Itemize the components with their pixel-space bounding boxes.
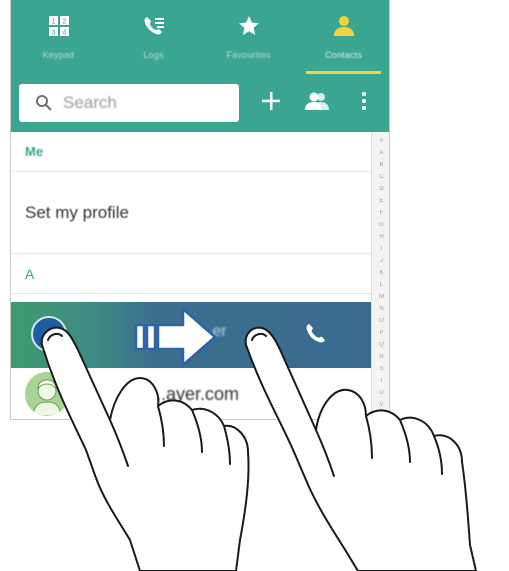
svg-text:1: 1 [51, 19, 55, 26]
phone-screen: 1 2 3 4 Keypad Logs Favourites Contacts … [10, 0, 390, 420]
contact-list: Me Set my profile A ...er ...ayer.com [11, 132, 371, 419]
index-letter[interactable]: W [372, 414, 389, 419]
avatar [31, 316, 67, 352]
index-letter[interactable]: L [372, 282, 389, 288]
tab-favourites[interactable]: Favourites [201, 0, 296, 74]
index-letter[interactable]: # [372, 138, 389, 144]
contact-swipe-row[interactable]: ...er [11, 302, 371, 368]
tab-keypad-label: Keypad [42, 50, 75, 60]
section-header-me: Me [11, 132, 371, 172]
svg-text:3: 3 [51, 30, 55, 37]
svg-text:2: 2 [62, 19, 66, 26]
index-letter[interactable]: G [372, 222, 389, 228]
tab-contacts-label: Contacts [324, 50, 363, 60]
phone-icon [303, 322, 327, 351]
index-letter[interactable]: U [372, 390, 389, 396]
plus-icon [261, 91, 281, 116]
index-letter[interactable]: H [372, 234, 389, 240]
search-icon [35, 94, 53, 112]
index-letter[interactable]: Q [372, 342, 389, 348]
index-letter[interactable]: S [372, 366, 389, 372]
more-options-button[interactable] [349, 88, 379, 118]
tab-logs-label: Logs [143, 50, 164, 60]
tab-favourites-label: Favourites [226, 50, 271, 60]
add-contact-button[interactable] [256, 88, 286, 118]
groups-button[interactable] [302, 88, 332, 118]
star-icon [237, 14, 261, 38]
index-letter[interactable]: K [372, 270, 389, 276]
index-letter[interactable]: A [372, 150, 389, 156]
index-letter[interactable]: J [372, 258, 389, 264]
index-letter[interactable]: D [372, 186, 389, 192]
tab-contacts[interactable]: Contacts [296, 0, 389, 74]
index-letter[interactable]: O [372, 318, 389, 324]
tab-bar: 1 2 3 4 Keypad Logs Favourites Contacts [11, 0, 389, 74]
avatar [25, 372, 69, 416]
call-log-icon [142, 14, 166, 38]
svg-text:4: 4 [62, 30, 66, 37]
set-my-profile-item[interactable]: Set my profile [11, 172, 371, 254]
index-letter[interactable]: M [372, 294, 389, 300]
index-letter[interactable]: B [372, 162, 389, 168]
group-icon [304, 91, 330, 116]
contact-name: ...ayer.com [151, 384, 240, 404]
index-letter[interactable]: P [372, 330, 389, 336]
swipe-row-text: ...er [199, 323, 227, 340]
index-letter[interactable]: E [372, 198, 389, 204]
index-letter[interactable]: I [372, 246, 389, 252]
section-header-a: A [11, 254, 371, 294]
tab-keypad[interactable]: 1 2 3 4 Keypad [11, 0, 106, 74]
index-letter[interactable]: T [372, 378, 389, 384]
search-bar [11, 74, 389, 132]
keypad-icon: 1 2 3 4 [48, 14, 70, 38]
search-input[interactable] [61, 92, 225, 114]
person-icon [332, 14, 356, 38]
index-letter[interactable]: C [372, 174, 389, 180]
index-letter[interactable]: F [372, 210, 389, 216]
overflow-menu-icon [361, 91, 367, 116]
index-letter[interactable]: R [372, 354, 389, 360]
alphabet-index[interactable]: # A B C D E F G H I J K L M N O P Q R S T U V W [371, 132, 389, 419]
tab-logs[interactable]: Logs [106, 0, 201, 74]
index-letter[interactable]: V [372, 402, 389, 408]
set-my-profile-label: Set my profile [25, 202, 129, 222]
search-box[interactable] [19, 84, 239, 122]
index-letter[interactable]: N [372, 306, 389, 312]
list-item[interactable]: ...ayer.com [11, 368, 371, 419]
